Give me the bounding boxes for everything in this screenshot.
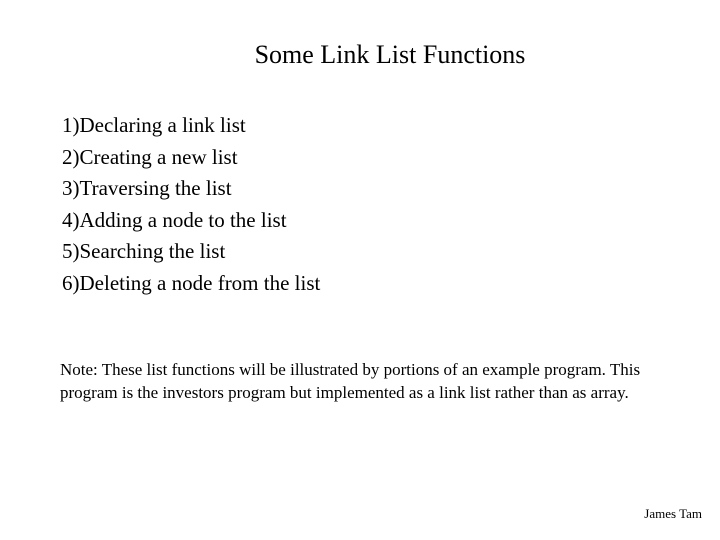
list-item: 1)Declaring a link list xyxy=(62,110,660,142)
author-footer: James Tam xyxy=(644,506,702,522)
list-item: 2)Creating a new list xyxy=(62,142,660,174)
list-item: 6)Deleting a node from the list xyxy=(62,268,660,300)
note-text: Note: These list functions will be illus… xyxy=(60,359,660,405)
list-item: 3)Traversing the list xyxy=(62,173,660,205)
list-item: 5)Searching the list xyxy=(62,236,660,268)
slide: Some Link List Functions 1)Declaring a l… xyxy=(0,0,720,540)
slide-title: Some Link List Functions xyxy=(60,40,660,70)
list-item: 4)Adding a node to the list xyxy=(62,205,660,237)
function-list: 1)Declaring a link list 2)Creating a new… xyxy=(62,110,660,299)
